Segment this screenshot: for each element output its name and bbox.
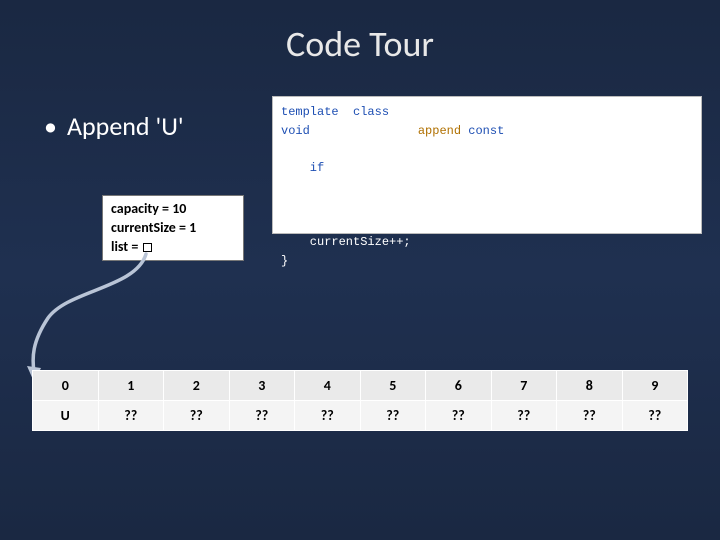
state-currentsize: currentSize = 1 bbox=[111, 219, 235, 238]
state-box: capacity = 10 currentSize = 1 list = bbox=[102, 195, 244, 261]
array-value-cell: ?? bbox=[622, 401, 688, 431]
pointer-arrow-icon bbox=[18, 248, 178, 388]
array-index-cell: 8 bbox=[557, 371, 623, 401]
code-snippet: template <class T> void ArrayList<T>::ap… bbox=[272, 96, 702, 234]
array-index-cell: 7 bbox=[491, 371, 557, 401]
array-index-cell: 4 bbox=[295, 371, 361, 401]
array-index-cell: 6 bbox=[426, 371, 492, 401]
array-index-row: 0 1 2 3 4 5 6 7 8 9 bbox=[33, 371, 688, 401]
array-value-cell: ?? bbox=[426, 401, 492, 431]
array-index-cell: 2 bbox=[164, 371, 230, 401]
array-index-cell: 5 bbox=[360, 371, 426, 401]
array-value-cell: ?? bbox=[98, 401, 164, 431]
array-index-cell: 0 bbox=[33, 371, 99, 401]
bullet-append: • Append 'U' bbox=[44, 110, 184, 142]
array-value-cell: ?? bbox=[295, 401, 361, 431]
pointer-box-icon bbox=[143, 243, 152, 252]
bullet-text: Append 'U' bbox=[67, 110, 184, 142]
array-index-cell: 9 bbox=[622, 371, 688, 401]
state-list: list = bbox=[111, 238, 235, 257]
array-index-cell: 3 bbox=[229, 371, 295, 401]
array-value-cell: ?? bbox=[164, 401, 230, 431]
slide-title: Code Tour bbox=[0, 0, 720, 66]
array-value-row: U ?? ?? ?? ?? ?? ?? ?? ?? ?? bbox=[33, 401, 688, 431]
slide: Code Tour • Append 'U' template <class T>… bbox=[0, 0, 720, 540]
array-value-cell: ?? bbox=[557, 401, 623, 431]
array-value-cell: ?? bbox=[491, 401, 557, 431]
array-table: 0 1 2 3 4 5 6 7 8 9 U ?? ?? ?? ?? ?? ?? … bbox=[32, 370, 688, 431]
state-capacity: capacity = 10 bbox=[111, 200, 235, 219]
array-value-cell: U bbox=[33, 401, 99, 431]
array-index-cell: 1 bbox=[98, 371, 164, 401]
bullet-dot: • bbox=[44, 110, 57, 142]
array-value-cell: ?? bbox=[360, 401, 426, 431]
array-value-cell: ?? bbox=[229, 401, 295, 431]
